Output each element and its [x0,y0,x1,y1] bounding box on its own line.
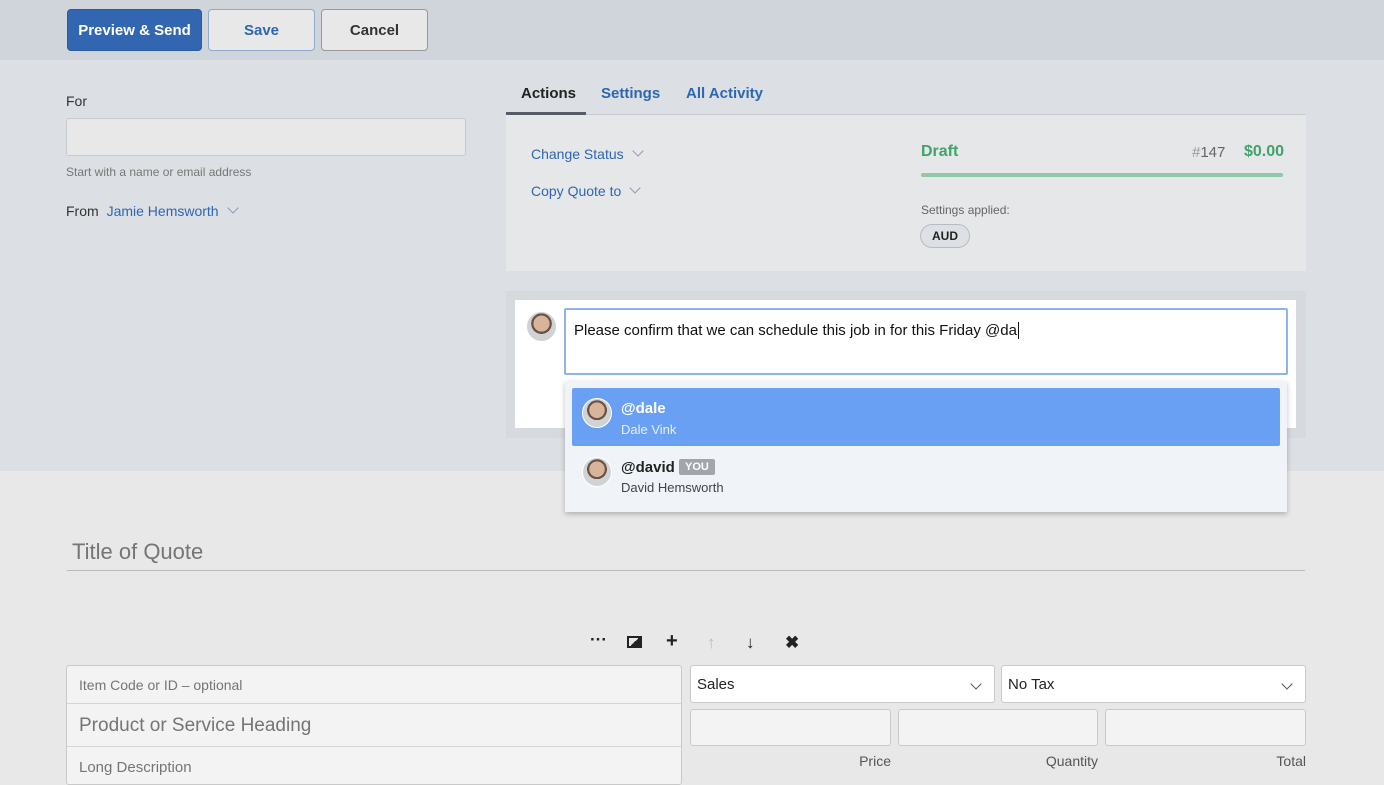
plus-icon[interactable]: + [666,630,678,653]
for-input[interactable] [66,118,466,156]
cancel-button[interactable]: Cancel [321,9,428,51]
total-label: Total [1276,753,1306,769]
for-label: For [66,93,87,109]
avatar [526,311,557,342]
from-row[interactable]: From Jamie Hemsworth [66,202,239,219]
tab-all-activity[interactable]: All Activity [686,85,763,102]
close-icon[interactable]: ✖ [785,633,799,653]
tax-value: No Tax [1008,676,1055,693]
you-badge: YOU [679,459,715,475]
status-progress-bar [921,173,1283,177]
from-label: From [66,203,99,219]
chevron-down-icon [1281,678,1293,690]
copy-quote-label: Copy Quote to [531,183,622,199]
total-input[interactable] [1105,709,1306,746]
chevron-down-icon [631,145,644,157]
change-status-dropdown[interactable]: Change Status [531,145,644,162]
avatar [582,457,612,487]
price-label: Price [859,753,891,769]
tab-actions[interactable]: Actions [521,85,576,102]
mention-handle: @dale [621,400,666,417]
mention-handle: @david [621,459,675,476]
quote-number: 147 [1200,144,1226,161]
mention-name: Dale Vink [621,422,677,437]
account-value: Sales [697,676,735,693]
arrow-down-icon[interactable]: ↓ [746,633,755,653]
image-icon[interactable] [627,636,642,648]
quantity-input[interactable] [898,709,1098,746]
status-label: Draft [921,143,959,160]
tax-select[interactable]: No Tax [1001,665,1306,703]
mention-option-david[interactable]: @david YOU David Hemsworth [572,447,1280,505]
chevron-down-icon [629,182,641,194]
account-select[interactable]: Sales [690,665,995,703]
mention-name: David Hemsworth [621,480,724,495]
price-input[interactable] [690,709,891,746]
text-cursor [1017,322,1019,339]
tab-settings[interactable]: Settings [601,85,660,102]
quote-title-input[interactable] [67,534,1305,571]
preview-send-button[interactable]: Preview & Send [67,9,202,51]
chevron-down-icon[interactable] [226,202,239,214]
avatar [582,398,612,428]
mention-option-dale[interactable]: @dale Dale Vink [572,388,1280,446]
currency-badge[interactable]: AUD [920,224,970,248]
arrow-up-icon[interactable]: ↑ [707,633,716,653]
chevron-down-icon [970,678,982,690]
quote-amount: $0.00 [1244,143,1285,160]
comment-text: Please confirm that we can schedule this… [574,322,1017,339]
for-hint: Start with a name or email address [66,165,252,179]
save-button[interactable]: Save [208,9,315,51]
settings-applied-label: Settings applied: [921,203,1010,217]
change-status-label: Change Status [531,146,624,162]
more-icon[interactable]: ··· [590,630,607,650]
copy-quote-dropdown[interactable]: Copy Quote to [531,182,641,199]
comment-input[interactable]: Please confirm that we can schedule this… [564,308,1288,375]
item-heading-input[interactable] [67,705,681,747]
from-value[interactable]: Jamie Hemsworth [107,203,219,219]
item-description-input[interactable] [67,752,681,782]
item-code-input[interactable] [67,666,681,704]
quantity-label: Quantity [1045,753,1098,769]
